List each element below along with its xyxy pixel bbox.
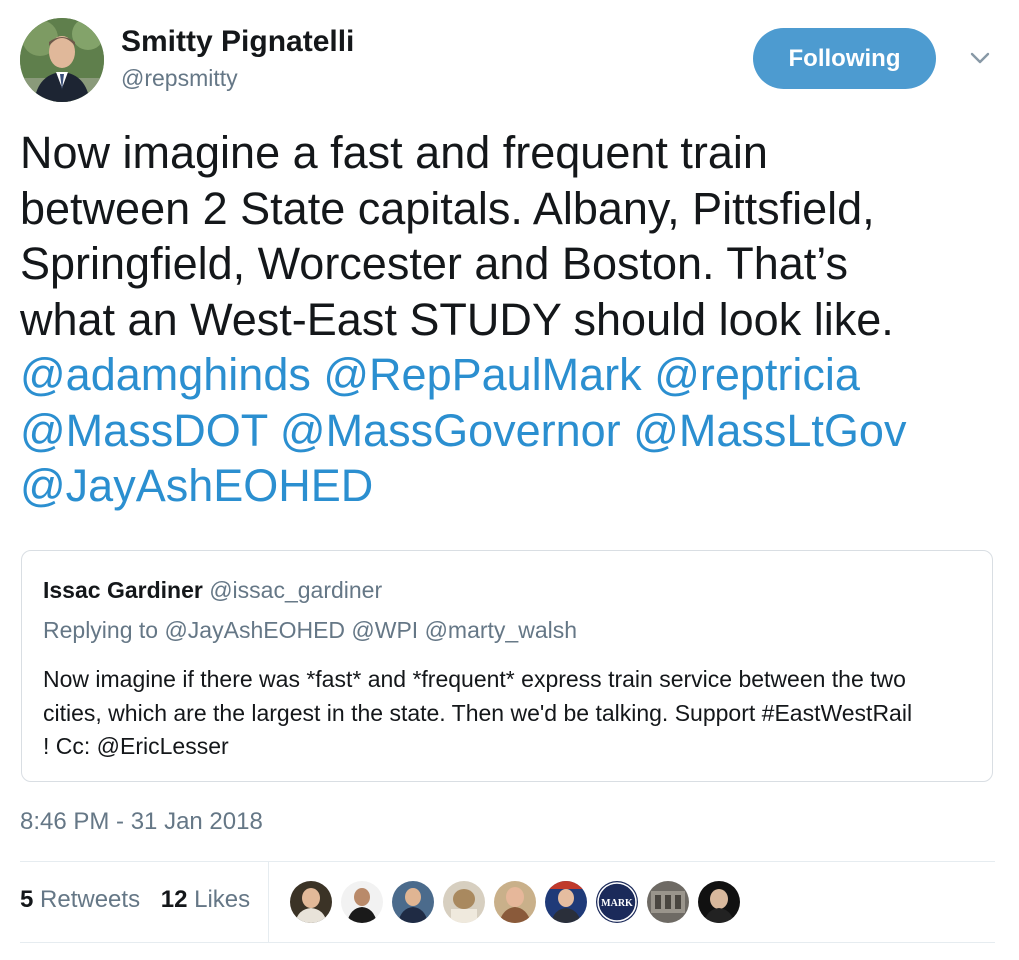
quoted-text-line: cities, which are the largest in the sta… bbox=[43, 699, 913, 726]
divider bbox=[20, 861, 995, 862]
liker-badge-text: MARK bbox=[601, 898, 633, 909]
tweet-line: between 2 State capitals. Albany, Pittsf… bbox=[20, 182, 875, 234]
retweets-stat[interactable]: 5 Retweets bbox=[20, 886, 140, 913]
chevron-down-icon[interactable] bbox=[964, 46, 996, 72]
mention-link[interactable]: @MassLtGov bbox=[633, 405, 906, 456]
mention-link[interactable]: @RepPaulMark bbox=[323, 349, 641, 400]
tweet-text: Now imagine a fast and frequent train be… bbox=[20, 125, 1005, 514]
mention-line: @MassDOT @MassGovernor @MassLtGov bbox=[20, 403, 1005, 459]
quoted-author[interactable]: Issac Gardiner @issac_gardiner bbox=[43, 577, 382, 604]
tweet-line: Now imagine a fast and frequent train bbox=[20, 127, 768, 178]
quoted-replying-to: Replying to @JayAshEOHED @WPI @marty_wal… bbox=[43, 617, 578, 643]
liker-avatar[interactable] bbox=[290, 881, 332, 923]
mention-link[interactable]: @JayAshEOHED bbox=[20, 460, 373, 511]
mention-link[interactable]: @adamghinds bbox=[20, 349, 311, 400]
quoted-author-name: Issac Gardiner bbox=[43, 577, 203, 603]
tweet-stats: 5 Retweets 12 Likes bbox=[20, 886, 250, 914]
following-button[interactable]: Following bbox=[753, 28, 936, 89]
retweets-label: Retweets bbox=[40, 886, 141, 913]
mention-line: @adamghinds @RepPaulMark @reptricia bbox=[20, 347, 1005, 403]
retweets-count: 5 bbox=[20, 886, 34, 913]
liker-avatar[interactable] bbox=[698, 881, 740, 923]
quoted-tweet-card[interactable]: Issac Gardiner @issac_gardiner Replying … bbox=[21, 550, 993, 782]
liker-avatar[interactable]: MARK bbox=[596, 881, 638, 923]
liker-avatar[interactable] bbox=[545, 881, 587, 923]
author-avatar-image bbox=[20, 18, 104, 102]
liker-avatar[interactable] bbox=[494, 881, 536, 923]
quoted-author-handle: @issac_gardiner bbox=[209, 577, 383, 603]
mention-link[interactable]: @MassDOT bbox=[20, 405, 267, 456]
author-name[interactable]: Smitty Pignatelli bbox=[121, 25, 354, 59]
author-avatar[interactable] bbox=[20, 18, 104, 102]
liker-avatar[interactable] bbox=[647, 881, 689, 923]
author-handle[interactable]: @repsmitty bbox=[121, 65, 238, 92]
quoted-text-line: ! Cc: @EricLesser bbox=[43, 733, 229, 759]
tweet-line: what an West-East STUDY should look like… bbox=[20, 293, 894, 345]
liker-avatar[interactable] bbox=[392, 881, 434, 923]
likes-label: Likes bbox=[194, 886, 251, 913]
quoted-tweet-text: Now imagine if there was *fast* and *fre… bbox=[43, 663, 978, 764]
divider bbox=[20, 942, 995, 943]
stats-divider bbox=[268, 861, 269, 943]
liker-avatar[interactable] bbox=[341, 881, 383, 923]
likes-count: 12 bbox=[160, 886, 188, 913]
liker-avatar[interactable] bbox=[443, 881, 485, 923]
tweet-timestamp[interactable]: 8:46 PM - 31 Jan 2018 bbox=[20, 808, 263, 836]
mention-link[interactable]: @MassGovernor bbox=[280, 405, 621, 456]
tweet-line: Springfield, Worcester and Boston. That’… bbox=[20, 238, 848, 289]
quoted-text-line: Now imagine if there was *fast* and *fre… bbox=[43, 666, 906, 692]
mention-line: @JayAshEOHED bbox=[20, 458, 1005, 514]
mention-link[interactable]: @reptricia bbox=[654, 349, 860, 400]
likes-stat[interactable]: 12 Likes bbox=[161, 886, 250, 913]
